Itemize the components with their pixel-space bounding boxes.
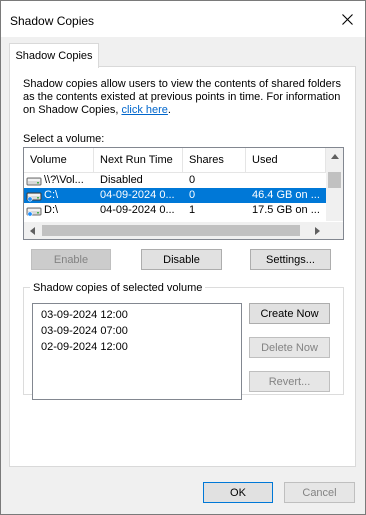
drive-icon [26, 207, 42, 217]
shadow-copy-item[interactable]: 02-09-2024 12:00 [41, 341, 128, 354]
scroll-left-button[interactable] [24, 222, 41, 239]
settings-button[interactable]: Settings... [250, 249, 331, 270]
volume-list-header: Volume Next Run Time Shares Used [24, 148, 326, 173]
description-text: Shadow copies allow users to view the co… [23, 78, 341, 116]
revert-button[interactable]: Revert... [249, 371, 330, 392]
close-icon [341, 13, 353, 25]
column-header-volume[interactable]: Volume [24, 148, 94, 172]
close-button[interactable] [329, 1, 365, 37]
vertical-scrollbar[interactable] [326, 148, 343, 221]
column-header-next-run-time[interactable]: Next Run Time [94, 148, 183, 172]
used-space: 17.5 GB on ... [252, 204, 320, 216]
chevron-left-icon [30, 226, 35, 235]
drive-icon [26, 177, 42, 185]
volume-row[interactable]: D:\ 04-09-2024 0... 1 17.5 GB on ... [24, 203, 326, 218]
delete-now-button[interactable]: Delete Now [249, 337, 330, 358]
shadow-copy-item[interactable]: 03-09-2024 07:00 [41, 325, 128, 338]
enable-button[interactable]: Enable [31, 249, 111, 270]
title-bar[interactable]: Shadow Copies [1, 1, 365, 37]
shares-count: 0 [189, 174, 196, 186]
volume-rows: \\?\Vol... Disabled 0 C:\ 04-09-2024 0..… [24, 173, 326, 218]
used-space [246, 173, 326, 188]
create-now-button[interactable]: Create Now [249, 303, 330, 324]
select-volume-label: Select a volume: [23, 133, 105, 145]
volume-row[interactable]: \\?\Vol... Disabled 0 [24, 173, 326, 188]
cancel-button[interactable]: Cancel [284, 482, 355, 503]
window-title: Shadow Copies [10, 14, 95, 28]
next-run-time: Disabled [100, 174, 143, 186]
scroll-right-button[interactable] [309, 222, 326, 239]
volume-name: C:\ [44, 189, 59, 201]
shares-count: 1 [189, 204, 196, 216]
disable-button[interactable]: Disable [141, 249, 222, 270]
drive-icon [26, 192, 42, 202]
chevron-right-icon [315, 226, 320, 235]
column-header-used[interactable]: Used [246, 148, 326, 172]
scroll-up-button[interactable] [326, 148, 343, 165]
column-header-shares[interactable]: Shares [183, 148, 246, 172]
ok-button[interactable]: OK [203, 482, 273, 503]
shadow-copies-list[interactable]: 03-09-2024 12:00 03-09-2024 07:00 02-09-… [32, 303, 242, 400]
help-link[interactable]: click here [121, 104, 167, 116]
volume-name: \\?\Vol... [44, 174, 84, 186]
volume-list[interactable]: Volume Next Run Time Shares Used \\?\Vol… [23, 147, 344, 240]
chevron-up-icon [330, 154, 339, 159]
tab-shadow-copies[interactable]: Shadow Copies [9, 43, 99, 68]
shadow-copy-item[interactable]: 03-09-2024 12:00 [41, 309, 128, 322]
used-space: 46.4 GB on ... [252, 189, 320, 201]
volume-row[interactable]: C:\ 04-09-2024 0... 0 46.4 GB on ... [24, 188, 326, 203]
volume-name: D:\ [44, 204, 59, 216]
horizontal-scroll-thumb[interactable] [42, 225, 300, 236]
shares-count: 0 [189, 189, 196, 201]
shadow-copies-group-label: Shadow copies of selected volume [30, 282, 206, 294]
horizontal-scrollbar[interactable] [24, 222, 326, 239]
scroll-corner [326, 222, 343, 239]
vertical-scroll-thumb[interactable] [328, 172, 341, 188]
tab-label: Shadow Copies [15, 50, 93, 62]
next-run-time: 04-09-2024 0... [100, 204, 175, 216]
next-run-time: 04-09-2024 0... [100, 189, 175, 201]
